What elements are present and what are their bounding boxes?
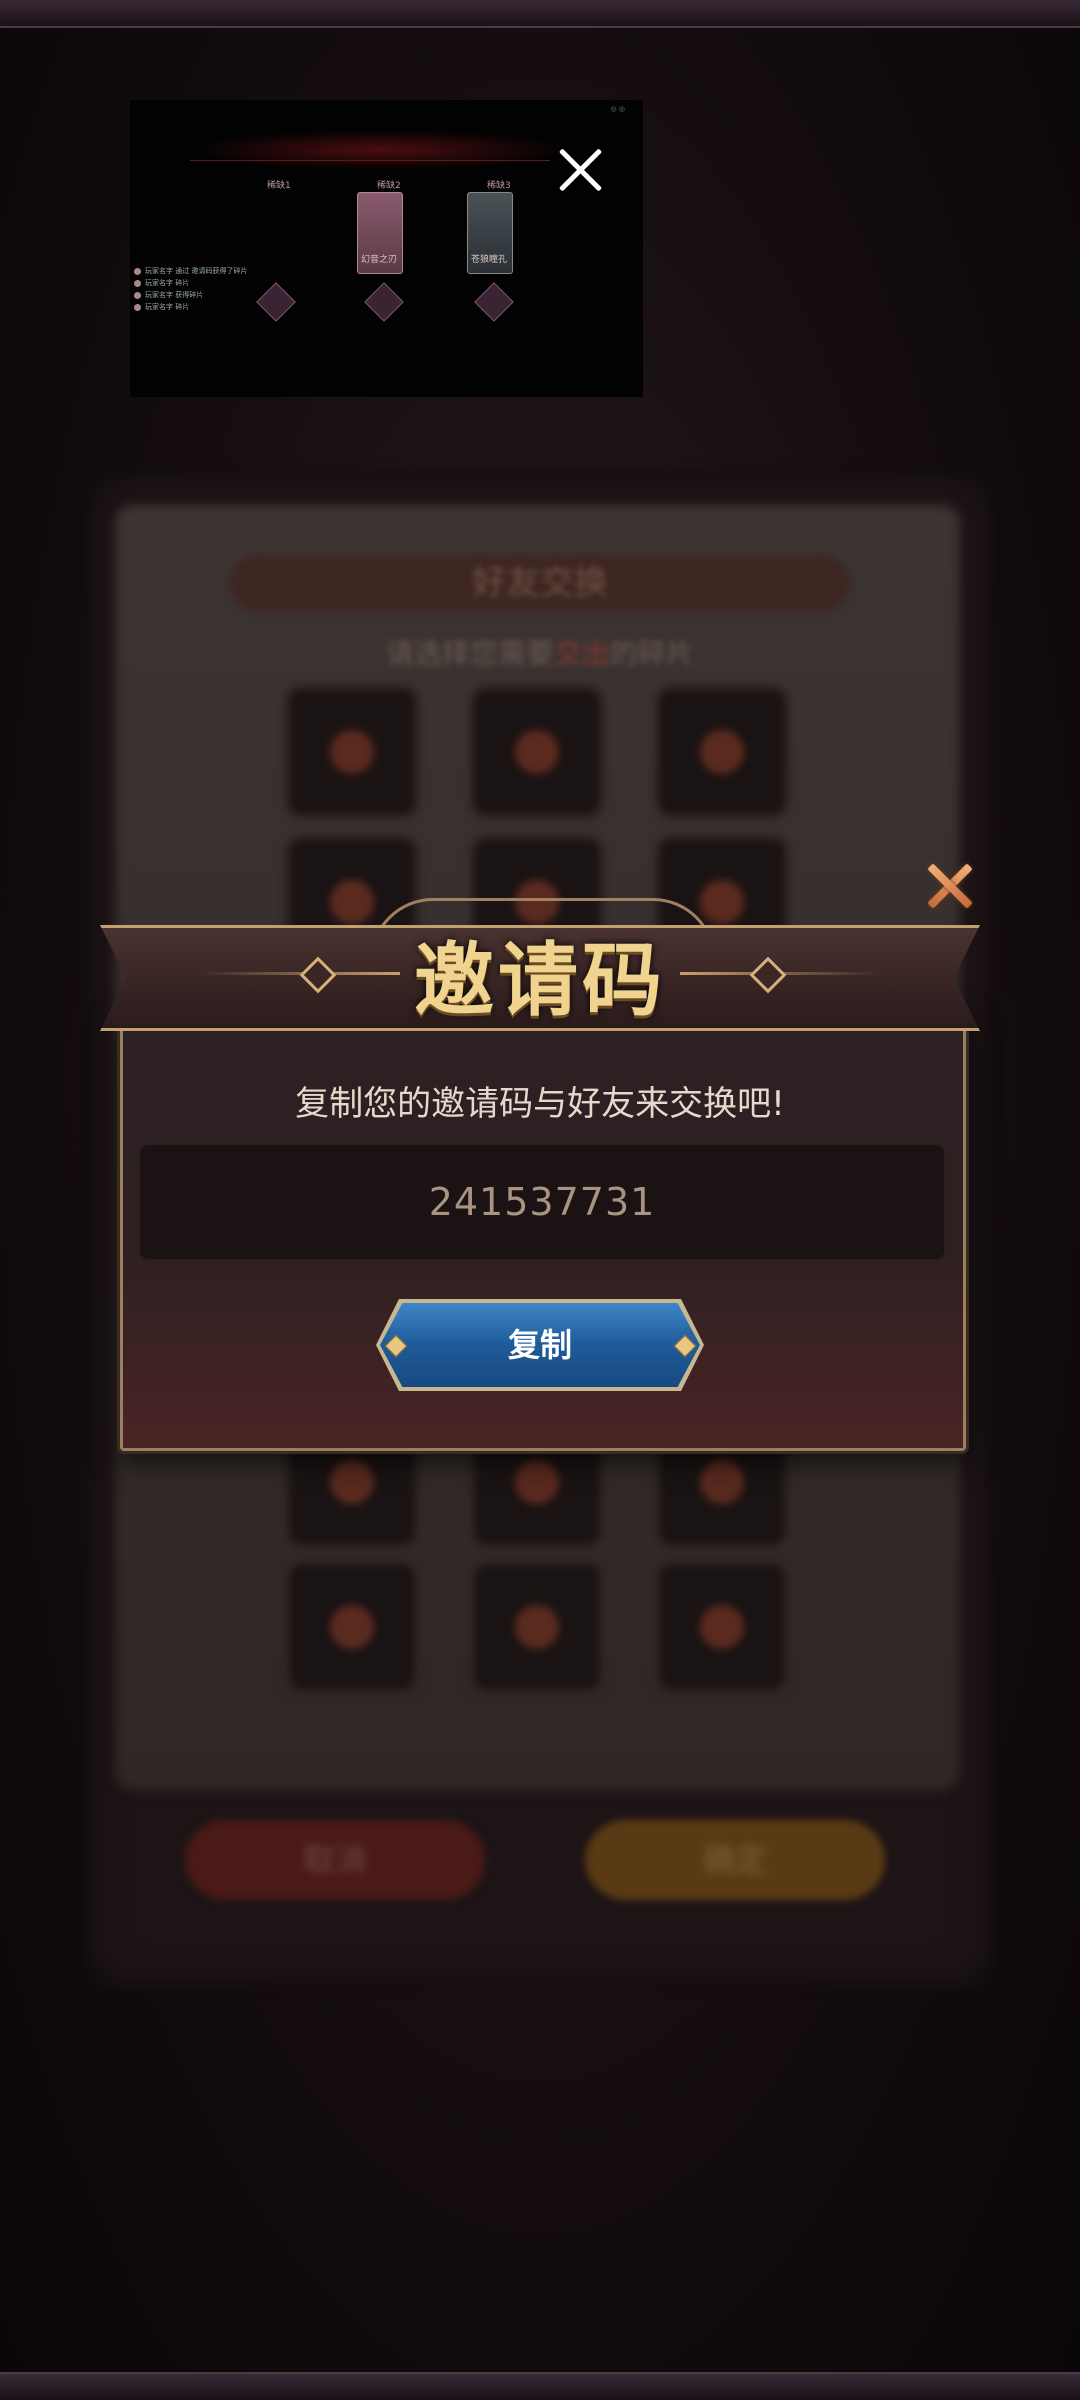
preview-banner: [190, 130, 570, 170]
gem-icon: [256, 282, 296, 322]
dialog-message: 复制您的邀请码与好友来交换吧!: [295, 1084, 785, 1124]
bottom-frame: [0, 2372, 1080, 2400]
underlying-confirm-button: 确定: [585, 1820, 885, 1900]
gem-icon: [364, 282, 404, 322]
preview-card-caption: 幻音之刃: [360, 255, 397, 265]
preview-divider: [190, 160, 550, 161]
top-frame: [0, 0, 1080, 28]
preview-card-caption: 苍狼瞳孔: [470, 255, 507, 265]
preview-log-line: 玩家名字 获得碎片: [134, 290, 244, 300]
dialog-close-icon[interactable]: [922, 858, 978, 914]
preview-label: 稀缺2: [377, 181, 401, 191]
preview-label: 稀缺1: [267, 181, 291, 191]
preview-close-icon[interactable]: [550, 140, 610, 200]
dialog-title: 邀请码: [414, 933, 666, 1027]
underlying-panel-title: 好友交换: [472, 563, 608, 603]
preview-log-line: 玩家名字 碎片: [134, 302, 244, 312]
preview-thumbnail: ◎ ◎ 稀缺1 稀缺2 稀缺3 幻音之刃 苍狼瞳孔 玩家名字 通过 邀请码获得了…: [130, 100, 643, 397]
preview-log-line: 玩家名字 碎片: [134, 278, 244, 288]
fragment-slot: [475, 690, 599, 814]
fragment-slot: [660, 690, 784, 814]
preview-status: ◎ ◎: [610, 105, 625, 113]
gem-icon: [474, 282, 514, 322]
underlying-cancel-button: 取消: [185, 1820, 485, 1900]
invite-code-value: 241537731: [428, 1180, 656, 1224]
copy-button-label: 复制: [507, 1326, 572, 1364]
underlying-panel-subtitle: 请选择您需要交出的碎片: [385, 637, 695, 670]
invite-code-field[interactable]: 241537731: [138, 1143, 946, 1261]
fragment-slot: [475, 1565, 599, 1689]
preview-log-line: 玩家名字 通过 邀请码获得了碎片: [134, 266, 247, 276]
copy-button[interactable]: 复制: [380, 1303, 700, 1387]
fragment-slot: [290, 1565, 414, 1689]
fragment-slot: [660, 1565, 784, 1689]
fragment-slot: [290, 690, 414, 814]
preview-label: 稀缺3: [487, 181, 511, 191]
